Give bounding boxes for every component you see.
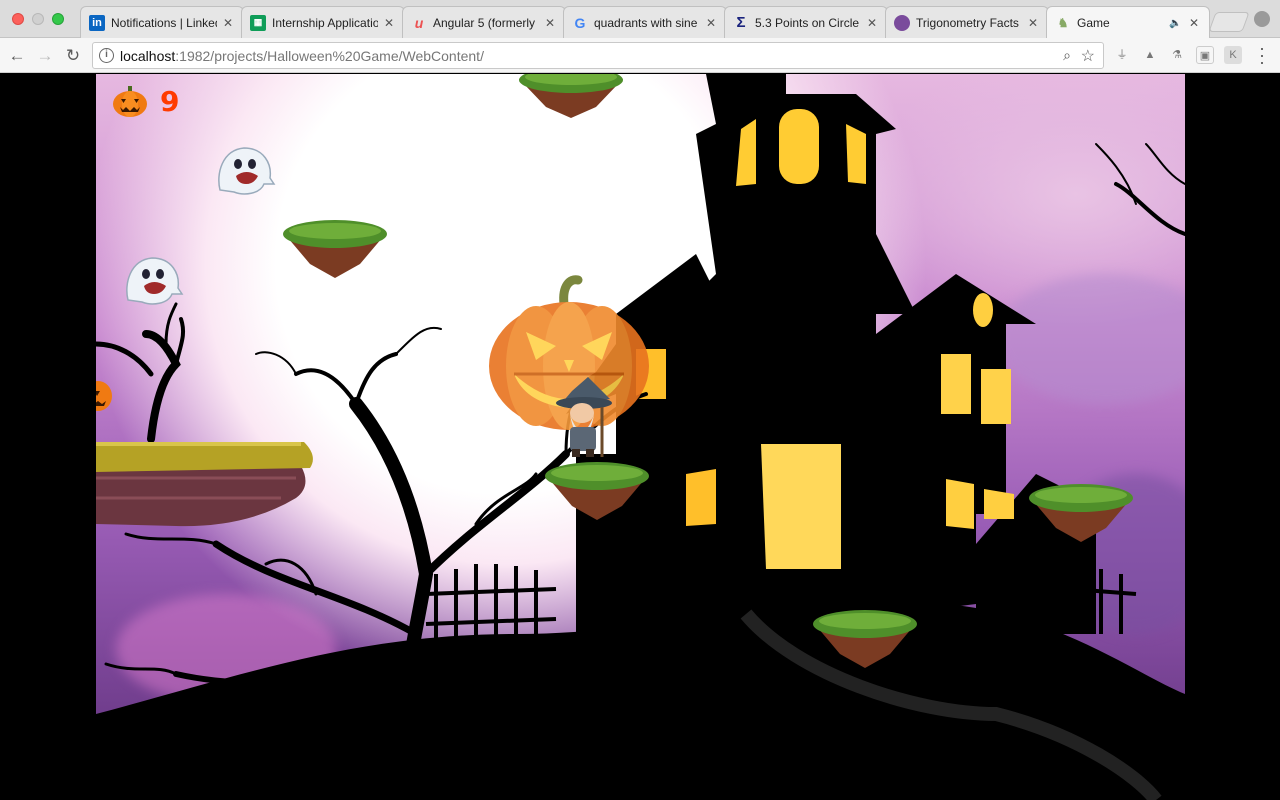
floating-platform <box>545 462 649 520</box>
pumpkin-icon <box>113 86 147 117</box>
floating-platform <box>283 220 387 278</box>
page-viewport: 9 <box>0 74 1280 800</box>
extension-icon[interactable]: ⚗ <box>1168 46 1186 64</box>
tab-angular[interactable]: u Angular 5 (formerly ✕ <box>402 6 566 38</box>
ledge-platform <box>96 442 313 527</box>
globe-icon <box>894 14 910 31</box>
ghost-enemy <box>218 147 276 195</box>
ghost-enemy <box>126 257 184 305</box>
address-bar[interactable]: i localhost:1982/projects/Halloween%20Ga… <box>92 42 1104 69</box>
drive-icon[interactable]: ▲ <box>1141 46 1159 64</box>
window-minimize-button[interactable] <box>32 13 44 25</box>
close-icon[interactable]: ✕ <box>382 16 396 30</box>
sheets-icon: ▦ <box>250 14 266 31</box>
back-arrow-icon[interactable]: ← <box>6 45 28 67</box>
game-icon: ♞ <box>1057 16 1069 30</box>
new-tab-button[interactable] <box>1208 12 1250 32</box>
close-icon[interactable]: ✕ <box>1026 16 1040 30</box>
tab-linkedin[interactable]: in Notifications | LinkedIn ✕ <box>80 6 244 38</box>
game-canvas[interactable]: 9 <box>96 74 1185 800</box>
tab-label: Game <box>1077 16 1110 30</box>
tab-label: Internship Application <box>272 15 378 30</box>
tab-points-circle[interactable]: Σ 5.3 Points on Circle ✕ <box>724 6 888 38</box>
url-host: localhost <box>120 48 176 64</box>
forward-arrow-icon[interactable]: → <box>34 45 56 67</box>
tab-label: quadrants with sine <box>594 15 698 30</box>
floating-platform <box>813 610 917 668</box>
url-path: :1982/projects/Halloween%20Game/WebConte… <box>175 48 484 64</box>
reload-icon[interactable]: ↻ <box>62 45 84 67</box>
info-icon[interactable]: i <box>99 48 114 63</box>
bookmark-star-icon[interactable]: ☆ <box>1081 46 1095 66</box>
extension-icon[interactable]: ⏚ <box>1113 46 1131 64</box>
tab-strip: in Notifications | LinkedIn ✕ ▦ Internsh… <box>0 0 1280 39</box>
tab-label: Trigonometry Facts <box>916 15 1019 30</box>
url-text: localhost:1982/projects/Halloween%20Game… <box>120 48 484 64</box>
close-icon[interactable]: ✕ <box>865 16 879 30</box>
tab-google[interactable]: G quadrants with sine ✕ <box>563 6 727 38</box>
tab-label: 5.3 Points on Circle <box>755 15 860 30</box>
tab-label: Angular 5 (formerly <box>433 15 536 30</box>
close-icon[interactable]: ✕ <box>221 16 235 30</box>
speaker-icon[interactable]: 🔈 <box>1169 18 1183 29</box>
profile-avatar[interactable] <box>1254 11 1270 27</box>
udemy-icon: u <box>414 14 424 31</box>
window-close-button[interactable] <box>12 13 24 25</box>
hill <box>96 602 1185 800</box>
menu-icon[interactable]: · · · <box>1256 39 1268 71</box>
wizard-player <box>556 377 612 457</box>
extension-icon[interactable]: K <box>1224 46 1242 64</box>
pumpkin-pickup <box>96 381 112 411</box>
window-maximize-button[interactable] <box>52 13 64 25</box>
floating-platform <box>1029 484 1133 542</box>
tab-trigonometry[interactable]: Trigonometry Facts ✕ <box>885 6 1049 38</box>
sigma-icon: Σ <box>736 14 746 31</box>
left-tree <box>96 302 186 443</box>
close-icon[interactable]: ✕ <box>1187 16 1201 30</box>
score-hud: 9 <box>112 84 179 118</box>
close-icon[interactable]: ✕ <box>543 16 557 30</box>
close-icon[interactable]: ✕ <box>704 16 718 30</box>
extension-icon[interactable]: ▣ <box>1196 46 1214 64</box>
linkedin-icon: in <box>89 14 105 31</box>
tab-label: Notifications | LinkedIn <box>111 15 217 30</box>
floating-platform <box>519 74 623 118</box>
right-tree <box>1095 143 1185 236</box>
zoom-icon[interactable]: ⌕ <box>1063 47 1071 64</box>
google-icon: G <box>574 14 586 31</box>
score-value: 9 <box>160 84 180 118</box>
tab-game[interactable]: ♞ Game 🔈 ✕ <box>1046 6 1210 39</box>
tab-internship[interactable]: ▦ Internship Application ✕ <box>241 6 405 38</box>
